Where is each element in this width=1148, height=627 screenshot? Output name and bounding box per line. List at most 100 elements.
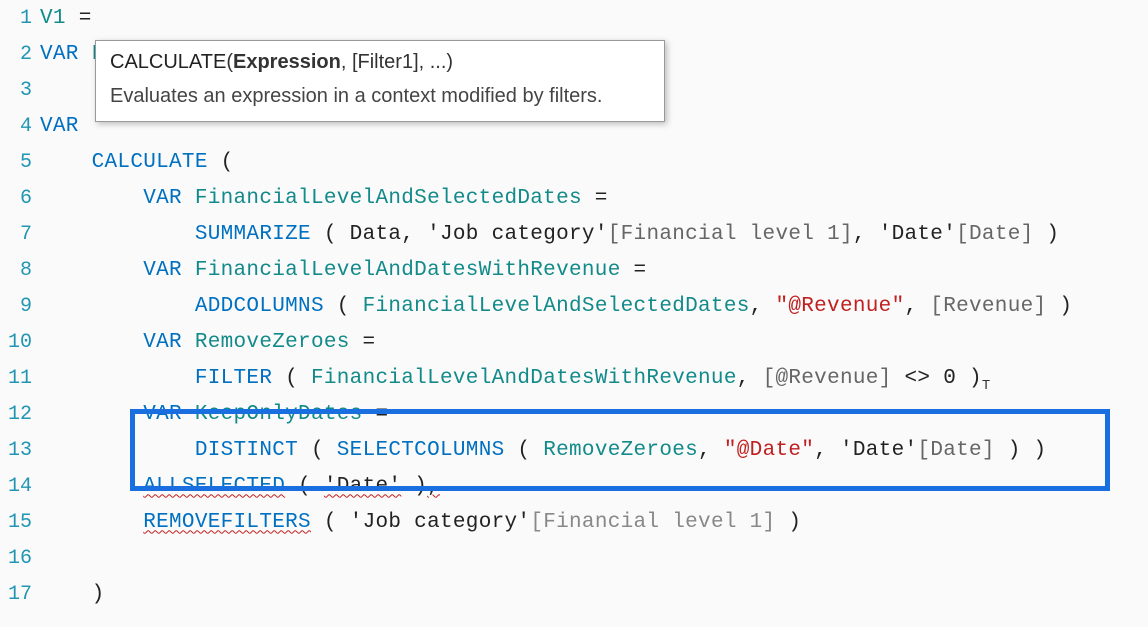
line-number: 9	[0, 295, 40, 318]
token-identifier: FinancialLevelAndDatesWithRevenue	[311, 367, 737, 390]
line-number: 10	[0, 331, 40, 354]
token-identifier: FinancialLevelAndSelectedDates	[363, 295, 750, 318]
token-comma: ,	[904, 295, 930, 318]
code-line[interactable]: 17 )	[0, 576, 1148, 612]
token-op: =	[363, 403, 389, 426]
token-paren: (	[208, 151, 234, 174]
line-number: 2	[0, 43, 40, 66]
code-line[interactable]: 13 DISTINCT ( SELECTCOLUMNS ( RemoveZero…	[0, 432, 1148, 468]
tooltip-signature: CALCULATE(Expression, [Filter1], ...)	[110, 47, 650, 77]
code-line[interactable]: 7 SUMMARIZE ( Data, 'Job category'[Finan…	[0, 216, 1148, 252]
line-number: 14	[0, 475, 40, 498]
token-comma: ,	[401, 223, 427, 246]
token-op: =	[621, 259, 647, 282]
token-table: 'Date'	[324, 475, 401, 498]
line-number: 3	[0, 79, 40, 102]
token-column: [Date]	[917, 439, 994, 462]
token-keyword: VAR	[40, 43, 92, 66]
token-paren: )	[401, 475, 427, 498]
code-line[interactable]: 9 ADDCOLUMNS ( FinancialLevelAndSelected…	[0, 288, 1148, 324]
token-column: [Financial level 1]	[530, 511, 775, 534]
token-identifier: V1	[40, 7, 66, 30]
token-table: 'Date'	[879, 223, 956, 246]
token-identifier: RemoveZeroes	[543, 439, 698, 462]
line-number: 7	[0, 223, 40, 246]
token-op: =	[582, 187, 608, 210]
token-function: ALLSELECTED	[143, 475, 285, 498]
code-line[interactable]: 6 VAR FinancialLevelAndSelectedDates =	[0, 180, 1148, 216]
token-comma: ,	[750, 295, 776, 318]
token-keyword: VAR	[143, 403, 195, 426]
token-function: REMOVEFILTERS	[143, 511, 311, 534]
token-paren: )	[1046, 295, 1072, 318]
token-op: <>	[892, 367, 944, 390]
token-comma: ,	[853, 223, 879, 246]
token-column: [Revenue]	[930, 295, 1046, 318]
token-table: 'Date'	[840, 439, 917, 462]
line-number: 4	[0, 115, 40, 138]
token-column: [Date]	[956, 223, 1033, 246]
token-identifier: KeepOnlyDates	[195, 403, 363, 426]
token-comma: ,	[814, 439, 840, 462]
token-paren: (	[272, 367, 311, 390]
line-number: 16	[0, 547, 40, 570]
token-string: "@Date"	[724, 439, 814, 462]
token-keyword: VAR	[40, 115, 92, 138]
token-paren: (	[311, 223, 350, 246]
text-cursor-icon: T	[982, 378, 991, 394]
dax-code-editor[interactable]: CALCULATE(Expression, [Filter1], ...) Ev…	[0, 0, 1148, 627]
token-function: CALCULATE	[92, 151, 208, 174]
token-paren: (	[311, 511, 350, 534]
line-number: 6	[0, 187, 40, 210]
line-number: 8	[0, 259, 40, 282]
token-comma: ,	[427, 475, 440, 498]
code-line[interactable]: 15 REMOVEFILTERS ( 'Job category'[Financ…	[0, 504, 1148, 540]
line-number: 11	[0, 367, 40, 390]
code-line[interactable]: 12 VAR KeepOnlyDates =	[0, 396, 1148, 432]
token-function: ADDCOLUMNS	[195, 295, 324, 318]
tooltip-description: Evaluates an expression in a context mod…	[110, 81, 650, 111]
token-keyword: VAR	[143, 259, 195, 282]
token-number: 0	[943, 367, 956, 390]
token-identifier: RemoveZeroes	[195, 331, 350, 354]
token-function: SELECTCOLUMNS	[337, 439, 505, 462]
token-paren: )	[1034, 223, 1060, 246]
code-line[interactable]: 14 ALLSELECTED ( 'Date' ),	[0, 468, 1148, 504]
token-op: =	[350, 331, 376, 354]
token-function: FILTER	[195, 367, 272, 390]
token-table: Data	[350, 223, 402, 246]
line-number: 12	[0, 403, 40, 426]
token-column: [Financial level 1]	[608, 223, 853, 246]
code-line[interactable]: 10 VAR RemoveZeroes =	[0, 324, 1148, 360]
intellisense-tooltip: CALCULATE(Expression, [Filter1], ...) Ev…	[95, 40, 665, 122]
tooltip-func-name: CALCULATE	[110, 51, 226, 73]
line-number: 1	[0, 7, 40, 30]
token-paren: )	[92, 583, 105, 606]
token-paren: (	[285, 475, 324, 498]
code-line[interactable]: 5 CALCULATE (	[0, 144, 1148, 180]
code-line[interactable]: 11 FILTER ( FinancialLevelAndDatesWithRe…	[0, 360, 1148, 396]
token-column: [@Revenue]	[763, 367, 892, 390]
token-identifier: FinancialLevelAndDatesWithRevenue	[195, 259, 621, 282]
line-number: 15	[0, 511, 40, 534]
token-string: "@Revenue"	[775, 295, 904, 318]
token-paren: (	[298, 439, 337, 462]
token-op: =	[66, 7, 92, 30]
tooltip-param: Expression	[233, 51, 341, 73]
line-number: 5	[0, 151, 40, 174]
code-line[interactable]: 16	[0, 540, 1148, 576]
token-paren: (	[505, 439, 544, 462]
token-paren: )	[956, 367, 982, 390]
token-function: DISTINCT	[195, 439, 298, 462]
line-number: 13	[0, 439, 40, 462]
token-function: SUMMARIZE	[195, 223, 311, 246]
token-table: 'Job category'	[427, 223, 608, 246]
token-table: 'Job category'	[350, 511, 531, 534]
token-comma: ,	[737, 367, 763, 390]
token-paren: )	[775, 511, 801, 534]
token-identifier: FinancialLevelAndSelectedDates	[195, 187, 582, 210]
line-number: 17	[0, 583, 40, 606]
code-line[interactable]: 1 V1 =	[0, 0, 1148, 36]
code-line[interactable]: 8 VAR FinancialLevelAndDatesWithRevenue …	[0, 252, 1148, 288]
token-keyword: VAR	[143, 187, 195, 210]
